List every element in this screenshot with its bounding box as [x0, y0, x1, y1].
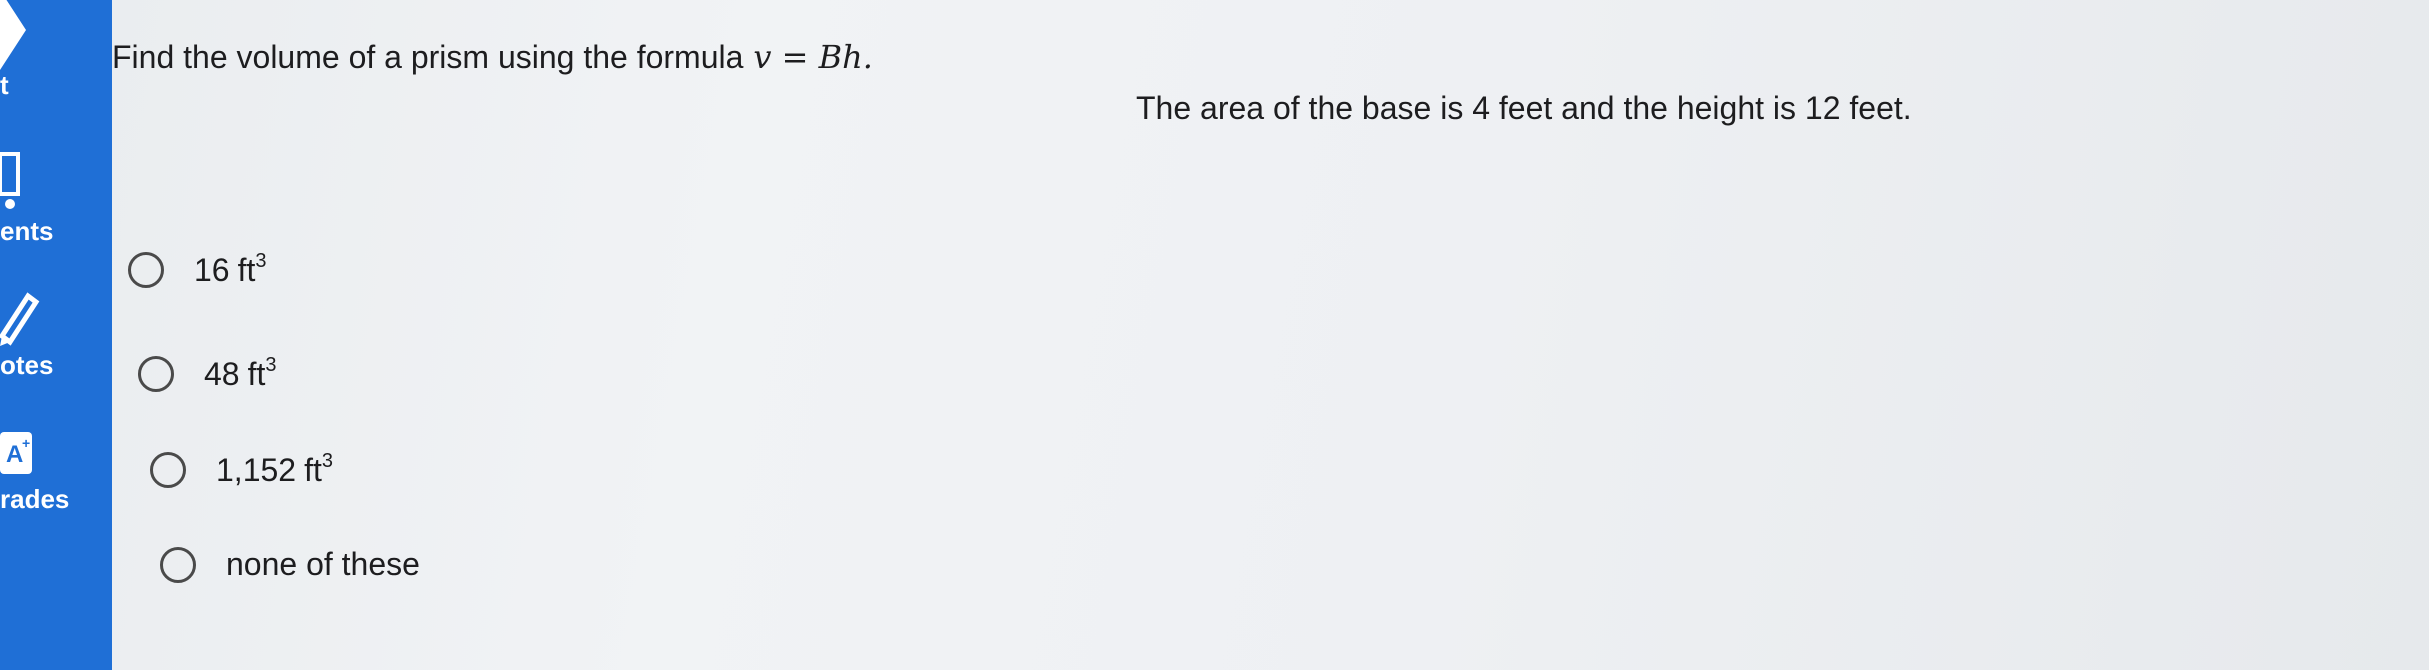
- option-label: 48 ft3: [204, 354, 277, 393]
- option-exponent: 3: [321, 450, 333, 472]
- sidebar-item-grades[interactable]: A + rades: [0, 428, 112, 528]
- sidebar-item-contents[interactable]: ents: [0, 150, 112, 246]
- pencil-icon: [0, 292, 40, 346]
- sidebar-item-label: otes: [0, 350, 54, 380]
- sidebar-item-top[interactable]: t: [0, 0, 112, 110]
- radio-button[interactable]: [160, 546, 196, 583]
- question-text: Find the volume of a prism using the for…: [112, 38, 873, 76]
- answer-option[interactable]: 16 ft3: [128, 250, 267, 289]
- option-value: 1,152: [216, 452, 297, 488]
- option-value: 16: [194, 252, 230, 288]
- svg-text:A: A: [6, 441, 23, 468]
- answer-option[interactable]: none of these: [160, 546, 420, 583]
- answer-option[interactable]: 1,152 ft3: [150, 450, 333, 489]
- sidebar-item-notes[interactable]: otes: [0, 290, 112, 390]
- option-value: none of these: [226, 546, 420, 582]
- question-prompt: Find the volume of a prism using the for…: [112, 39, 744, 75]
- question-formula: v = Bh.: [753, 38, 873, 76]
- answer-option[interactable]: 48 ft3: [138, 354, 277, 393]
- sidebar-item-label: t: [0, 70, 9, 100]
- arrow-right-icon: [0, 0, 26, 70]
- radio-button[interactable]: [128, 251, 164, 288]
- info-icon: [0, 152, 20, 209]
- option-value: 48: [204, 356, 240, 392]
- radio-button[interactable]: [138, 355, 174, 392]
- sidebar: t ents otes A + rades: [0, 0, 112, 670]
- sidebar-item-label: rades: [0, 484, 70, 514]
- radio-button[interactable]: [150, 451, 186, 488]
- grades-icon: A +: [0, 432, 32, 474]
- option-label: 1,152 ft3: [216, 450, 333, 489]
- svg-text:+: +: [22, 435, 30, 451]
- sidebar-item-label: ents: [0, 216, 54, 246]
- option-label: none of these: [226, 546, 420, 583]
- option-exponent: 3: [255, 250, 267, 272]
- question-given: The area of the base is 4 feet and the h…: [1136, 90, 1912, 126]
- option-exponent: 3: [265, 354, 277, 376]
- option-unit: ft: [237, 252, 256, 288]
- option-label: 16 ft3: [194, 250, 267, 289]
- option-unit: ft: [304, 452, 322, 488]
- quiz-page: t ents otes A + rades Find the volume of…: [0, 0, 2429, 670]
- option-unit: ft: [247, 356, 266, 392]
